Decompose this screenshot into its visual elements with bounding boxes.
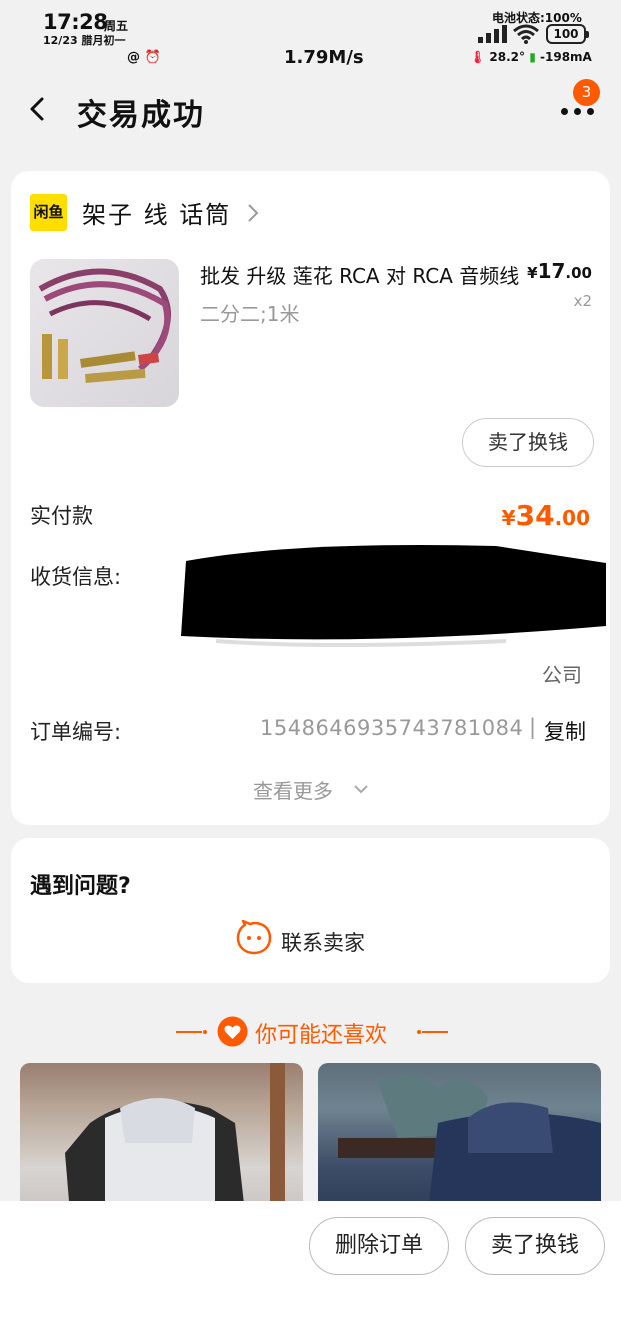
chat-icon[interactable] [235, 920, 273, 956]
sell-for-cash-bottom-button[interactable]: 卖了换钱 [465, 1217, 605, 1275]
notification-badge: 3 [573, 79, 600, 106]
bottom-action-bar: 删除订单 卖了换钱 [0, 1201, 621, 1344]
back-icon[interactable] [25, 94, 49, 124]
address-label: 收货信息: [30, 565, 122, 589]
see-more-link[interactable]: 查看更多 [253, 775, 333, 804]
chevron-right-icon[interactable] [247, 203, 259, 223]
contact-seller-button[interactable]: 联系卖家 [281, 927, 365, 957]
product-quantity: x2 [573, 292, 592, 310]
recommend-item-image[interactable] [318, 1063, 601, 1213]
signal-icon [478, 25, 507, 43]
more-icon[interactable] [561, 104, 595, 118]
shop-name[interactable]: 架子 线 话筒 [82, 195, 231, 230]
paid-label: 实付款 [30, 504, 93, 528]
address-tail: 公司 [542, 663, 582, 687]
sell-for-cash-button[interactable]: 卖了换钱 [462, 418, 594, 467]
temperature-value: 28.2° [489, 50, 526, 64]
paid-amount: ¥34.00 [501, 499, 590, 532]
alarm-icon: @ ⏰ [127, 50, 161, 65]
charging-icon: ▮ [529, 50, 536, 64]
divider: | [529, 715, 537, 739]
order-card: 闲鱼 架子 线 话筒 批发 升级 莲花 RCA 对 RCA 音频线 二分二;1米… [11, 171, 610, 825]
recommend-item-image[interactable] [20, 1063, 303, 1213]
battery-icon: 100 [546, 24, 589, 44]
nav-bar: 交易成功 [0, 80, 621, 140]
heart-icon [217, 1016, 248, 1047]
decorative-line [417, 1030, 448, 1034]
decorative-line [176, 1030, 207, 1034]
recommend-header: 你可能还喜欢 [0, 1013, 621, 1049]
wifi-icon [513, 24, 539, 44]
recommend-title: 你可能还喜欢 [255, 1023, 388, 1048]
thermometer-icon: 🌡 [470, 50, 486, 64]
status-bar: 17:28 周五 12/23 腊月初一 @ ⏰ 1.79M/s 电池状态:100… [0, 0, 621, 80]
help-card: 遇到问题? 联系卖家 [11, 838, 610, 983]
problem-heading: 遇到问题? [30, 874, 131, 899]
network-speed: 1.79M/s [284, 47, 364, 68]
order-number: 1548646935743781084 [260, 716, 524, 740]
product-price: ¥17.00 [527, 259, 592, 283]
redacted-address [181, 545, 606, 647]
product-thumbnail[interactable] [30, 259, 179, 407]
product-title[interactable]: 批发 升级 莲花 RCA 对 RCA 音频线 [200, 260, 520, 289]
status-time: 17:28 [43, 10, 108, 34]
status-date: 12/23 腊月初一 [43, 34, 126, 47]
status-temperature: 🌡 28.2° ▮ -198mA [470, 50, 592, 64]
chevron-down-icon[interactable] [353, 783, 369, 795]
current-value: -198mA [540, 50, 592, 64]
xianyu-logo: 闲鱼 [30, 194, 67, 231]
page-title: 交易成功 [77, 98, 205, 133]
delete-order-button[interactable]: 删除订单 [309, 1217, 449, 1275]
product-spec: 二分二;1米 [200, 302, 300, 326]
order-number-label: 订单编号: [30, 720, 122, 744]
copy-button[interactable]: 复制 [544, 716, 586, 746]
